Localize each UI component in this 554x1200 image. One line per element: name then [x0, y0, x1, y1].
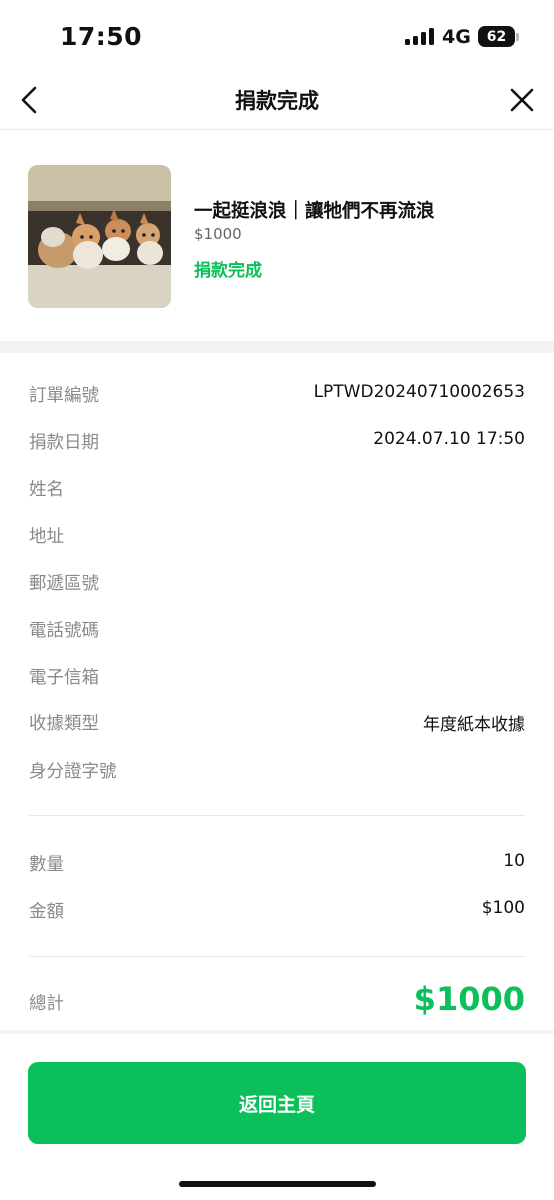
detail-label: 收據類型: [29, 714, 99, 734]
detail-row-address: 地址: [29, 523, 525, 553]
total-value: $1000: [413, 980, 525, 1018]
detail-row-phone: 電話號碼: [29, 617, 525, 647]
page-title: 捐款完成: [235, 89, 319, 113]
bottom-divider: [0, 1030, 554, 1034]
status-time: 17:50: [60, 22, 143, 51]
kittens-photo: [28, 165, 171, 308]
detail-label: 郵遞區號: [29, 574, 99, 594]
status-bar: 17:50 4G 62: [0, 0, 554, 70]
summary-value: $100: [481, 898, 525, 918]
detail-row-donation-date: 捐款日期 2024.07.10 17:50: [29, 429, 525, 459]
detail-row-postal-code: 郵遞區號: [29, 570, 525, 600]
donation-product-card: 一起挺浪浪｜讓牠們不再流浪 $1000 捐款完成: [0, 131, 554, 341]
detail-label: 訂單編號: [29, 386, 99, 406]
detail-label: 電話號碼: [29, 621, 99, 641]
close-icon: [510, 88, 534, 112]
summary-row-quantity: 數量 10: [29, 851, 525, 881]
donation-status: 捐款完成: [194, 261, 262, 281]
detail-label: 地址: [29, 527, 64, 547]
detail-label: 姓名: [29, 480, 64, 500]
close-button[interactable]: [504, 82, 540, 118]
detail-row-order-number: 訂單編號 LPTWD20240710002653: [29, 382, 525, 412]
detail-label: 捐款日期: [29, 433, 99, 453]
detail-row-email: 電子信箱: [29, 664, 525, 694]
detail-label: 電子信箱: [29, 668, 99, 688]
summary-label: 數量: [29, 855, 64, 875]
detail-row-receipt-type: 收據類型 年度紙本收據: [29, 710, 525, 740]
total-label: 總計: [29, 994, 64, 1014]
battery-tip: [516, 33, 519, 41]
summary-value: 10: [503, 851, 525, 871]
detail-value: 2024.07.10 17:50: [373, 429, 525, 449]
detail-row-name: 姓名: [29, 476, 525, 506]
summary-row-amount: 金額 $100: [29, 898, 525, 928]
battery-level: 62: [486, 28, 507, 45]
detail-row-id-number: 身分證字號: [29, 758, 525, 788]
detail-value: LPTWD20240710002653: [313, 382, 525, 402]
product-title: 一起挺浪浪｜讓牠們不再流浪: [194, 201, 435, 222]
summary-label: 金額: [29, 902, 64, 922]
home-indicator[interactable]: [179, 1181, 376, 1187]
network-type: 4G: [442, 26, 471, 48]
battery-icon: 62: [478, 26, 515, 47]
return-home-button[interactable]: 返回主頁: [28, 1062, 526, 1144]
cellular-signal-icon: [405, 28, 435, 45]
section-divider: [0, 341, 554, 353]
divider: [29, 956, 525, 957]
divider: [29, 815, 525, 816]
nav-header: 捐款完成: [0, 70, 554, 130]
detail-label: 身分證字號: [29, 762, 117, 782]
detail-value: 年度紙本收據: [423, 715, 525, 735]
product-price: $1000: [194, 225, 242, 243]
